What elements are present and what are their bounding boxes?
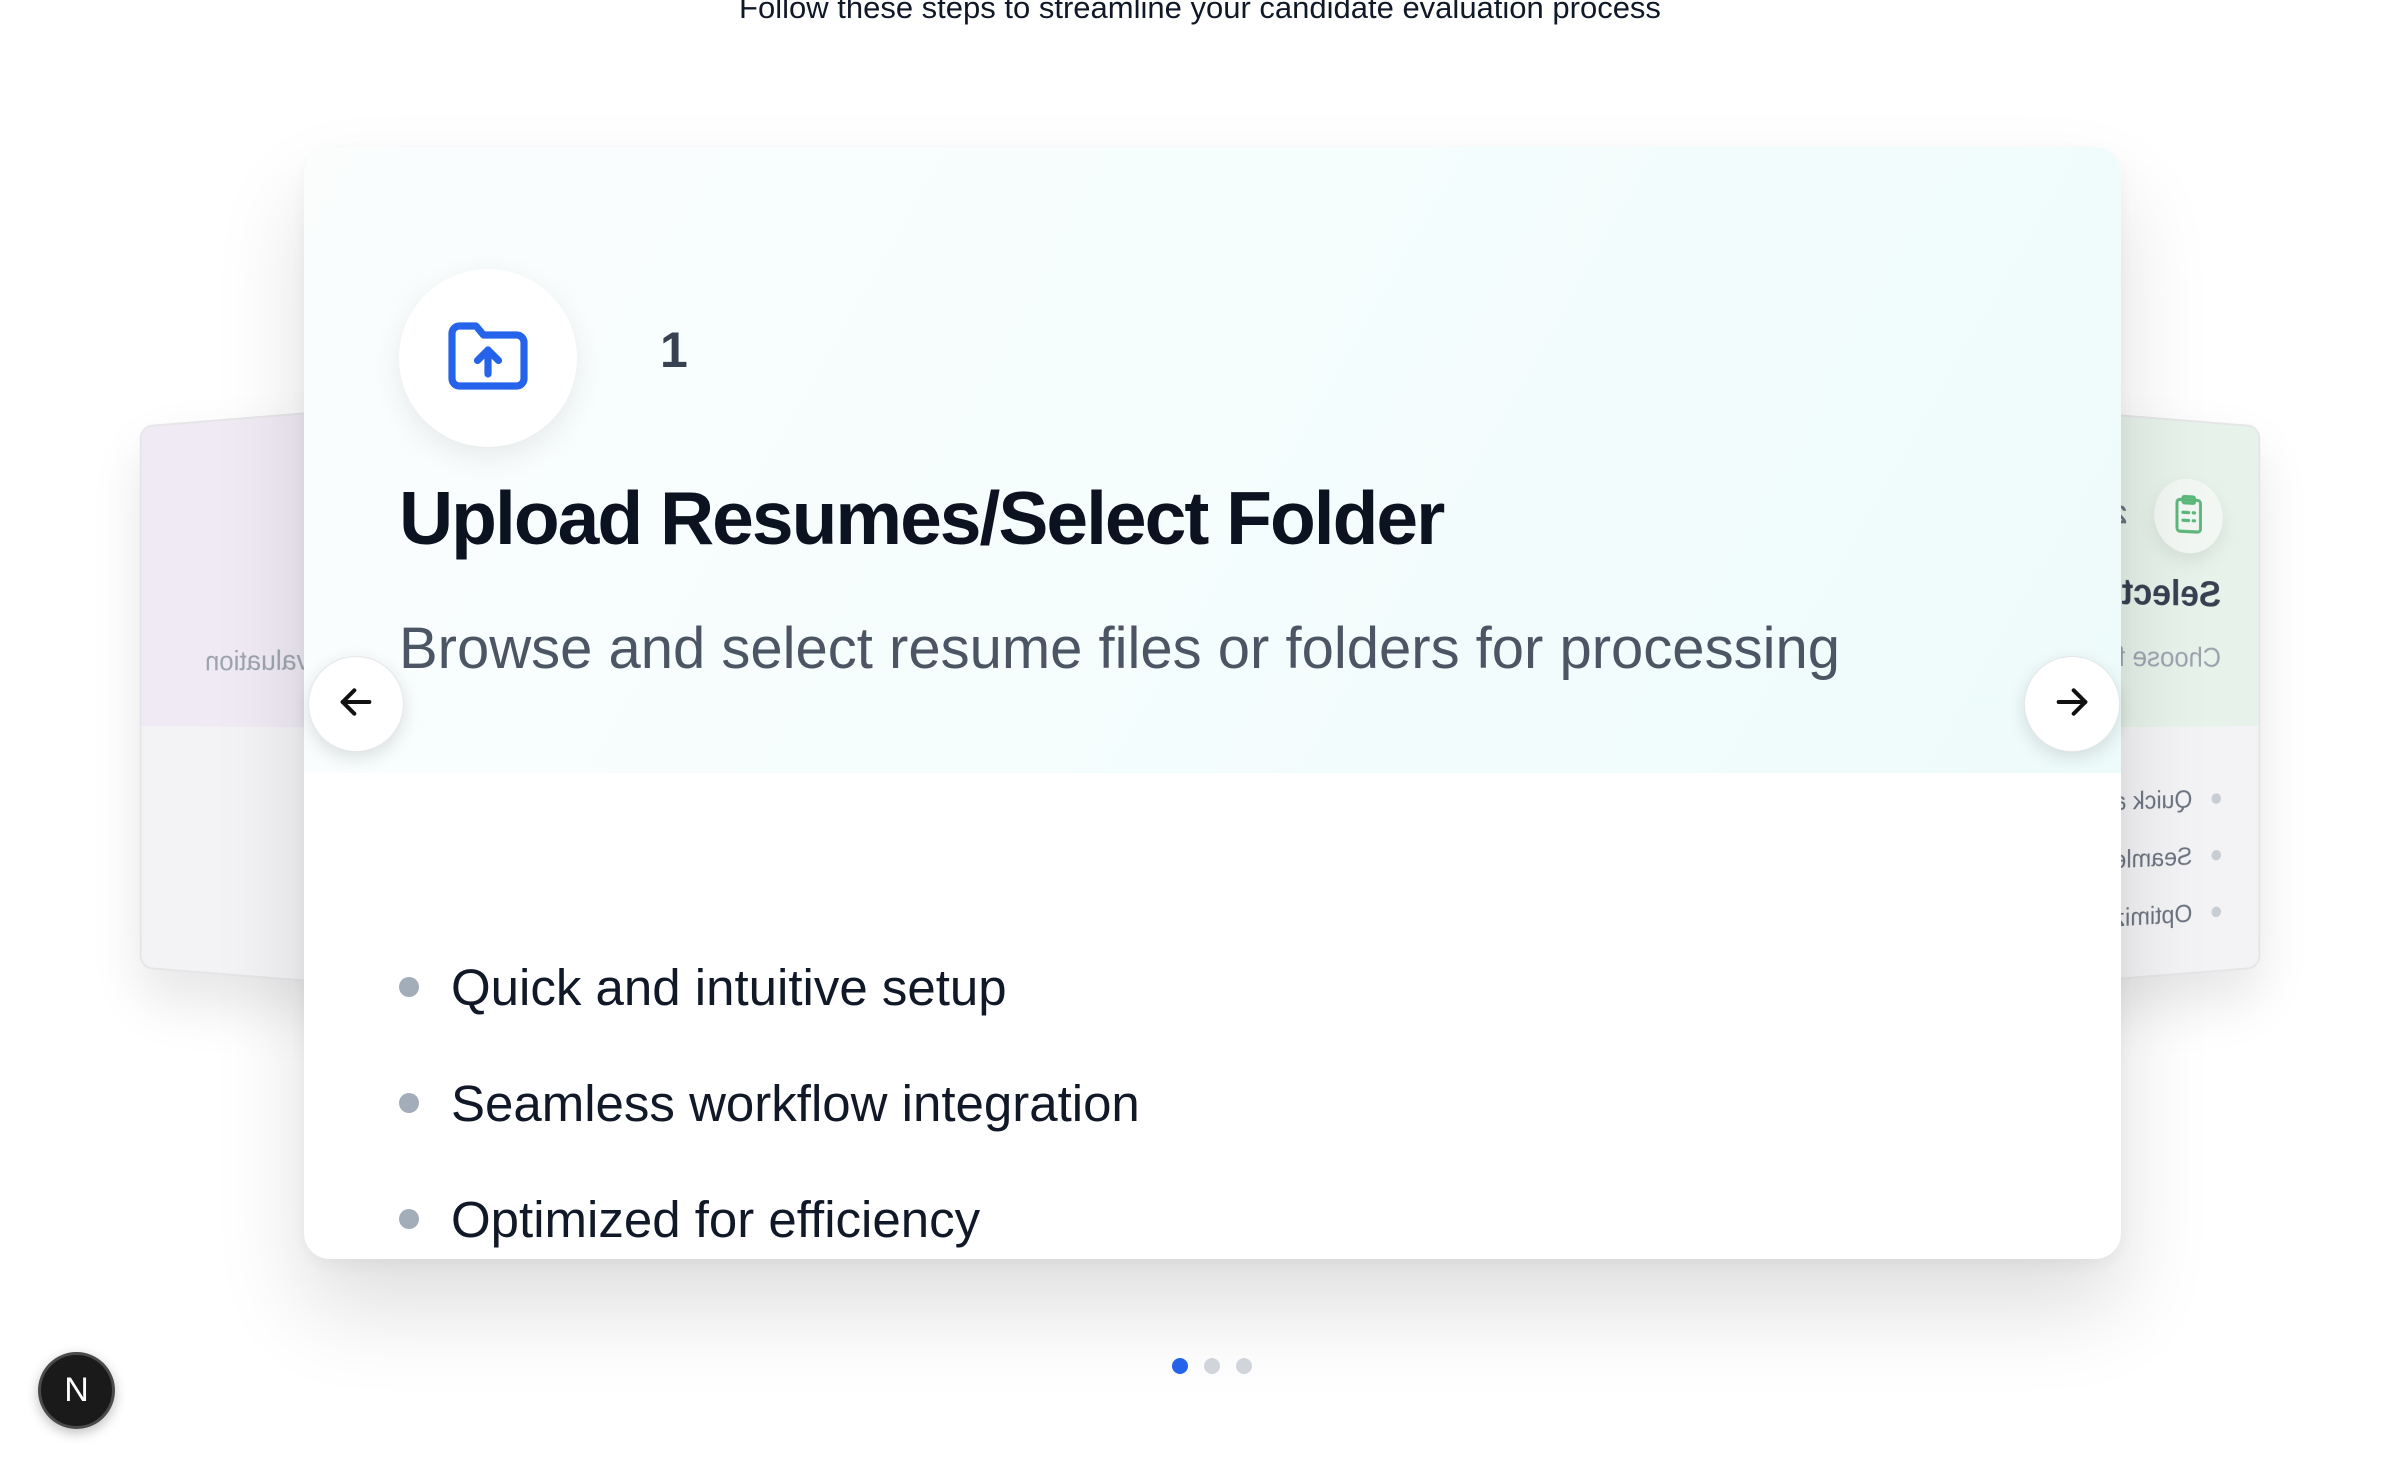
- list-item: Optimized for efficiency: [399, 1161, 1140, 1259]
- feature-text: Seamless workflow integration: [451, 1074, 1140, 1132]
- bullet-icon: [399, 1093, 419, 1113]
- bullet-icon: [399, 977, 419, 997]
- feature-text: Quick and intuitive setup: [451, 958, 1007, 1016]
- list-item: Seamless workflow integration: [399, 1045, 1140, 1161]
- next-step-icon-badge: [2154, 476, 2223, 555]
- page-subtitle: Follow these steps to streamline your ca…: [739, 0, 1661, 25]
- dev-tools-badge[interactable]: N: [38, 1352, 115, 1429]
- bullet-icon: [2211, 849, 2222, 861]
- pagination-dot-2[interactable]: [1204, 1358, 1220, 1374]
- bullet-icon: [2211, 905, 2222, 917]
- arrow-left-icon: [336, 682, 376, 727]
- list-item: Quick and intuitive setup: [399, 929, 1140, 1045]
- step-number: 1: [660, 322, 688, 378]
- bullet-icon: [2211, 792, 2222, 804]
- bullet-icon: [399, 1209, 419, 1229]
- step-description: Browse and select resume files or folder…: [399, 616, 1840, 681]
- step-title: Upload Resumes/Select Folder: [399, 476, 1445, 560]
- feature-text: Optimized for efficiency: [451, 1190, 981, 1248]
- next-slide-button[interactable]: [2024, 656, 2120, 752]
- stage: Follow these steps to streamline your ca…: [0, 0, 2400, 1466]
- step-card: 1 Upload Resumes/Select Folder Browse an…: [304, 147, 2121, 1259]
- folder-upload-icon: [446, 320, 530, 397]
- arrow-right-icon: [2052, 682, 2092, 727]
- pagination-dot-3[interactable]: [1236, 1358, 1252, 1374]
- step-features-list: Quick and intuitive setup Seamless workf…: [399, 929, 1140, 1259]
- pagination-dot-1[interactable]: [1172, 1358, 1188, 1374]
- clipboard-icon: [2171, 492, 2206, 541]
- carousel-pagination: [1172, 1358, 1252, 1374]
- step-icon-badge: [399, 269, 577, 447]
- previous-slide-button[interactable]: [308, 656, 404, 752]
